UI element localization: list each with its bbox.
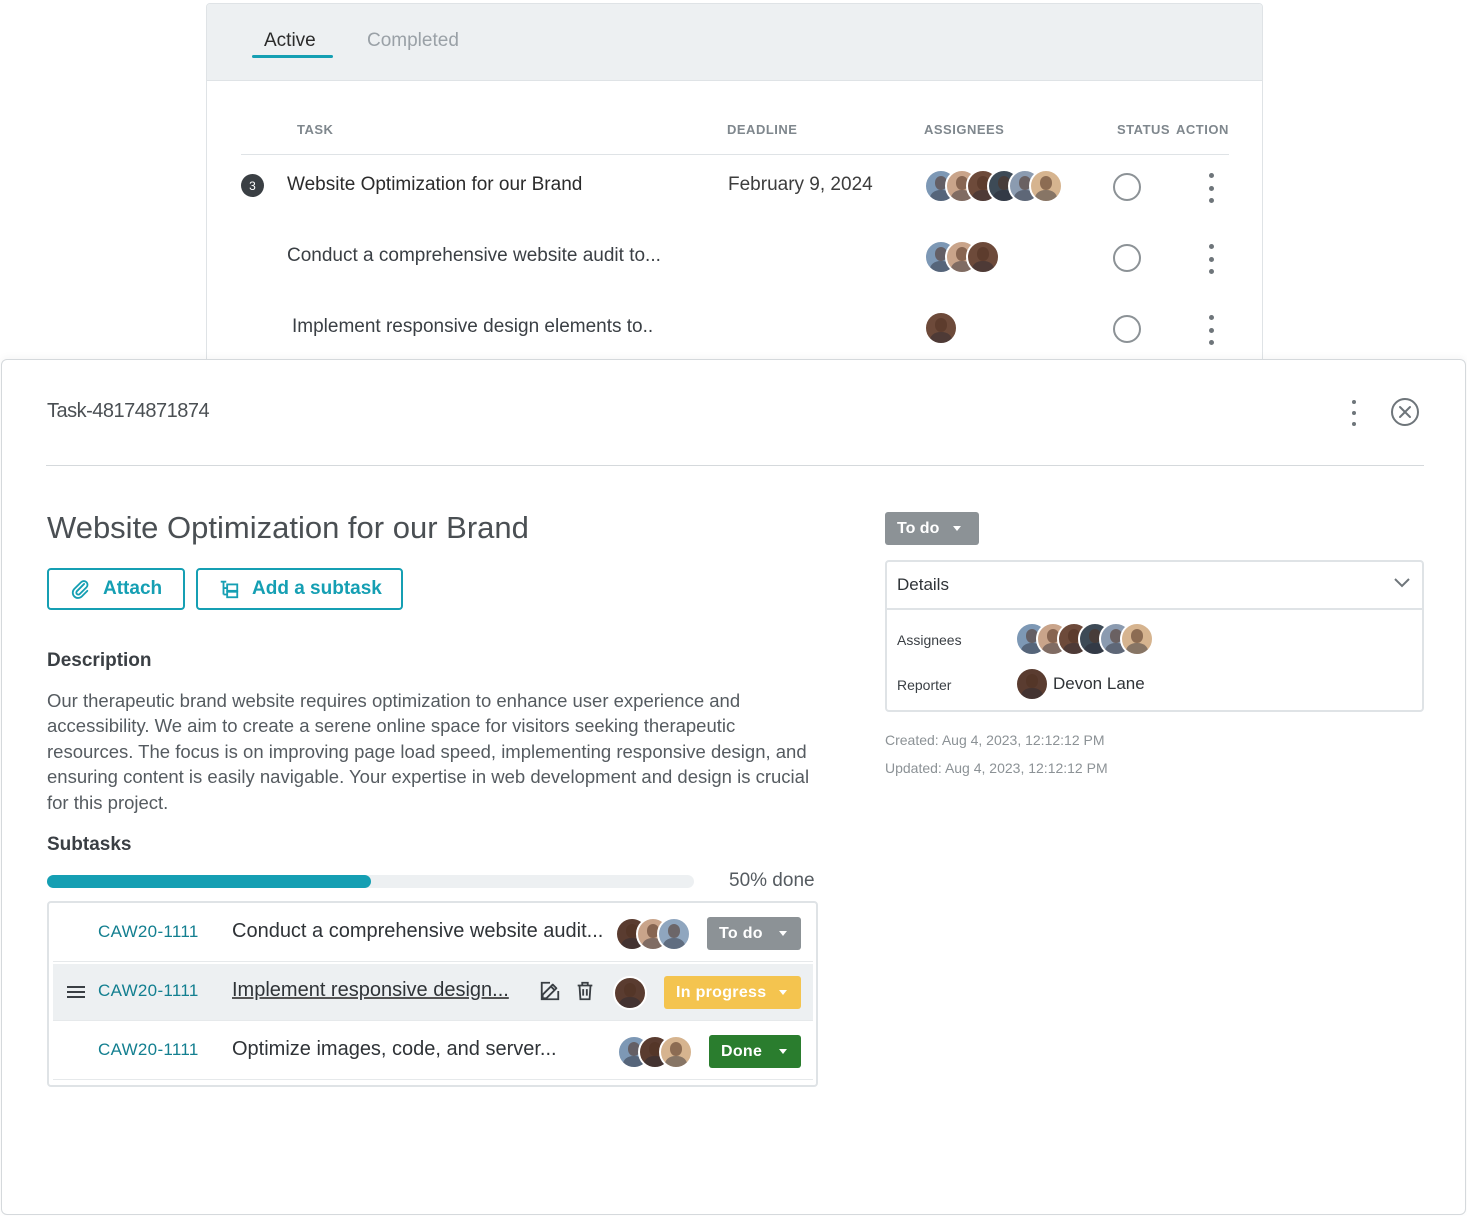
reporter-label: Reporter [897, 677, 952, 693]
task-id: Task-48174871874 [47, 400, 210, 422]
subtask-title[interactable]: Optimize images, code, and server... [232, 1038, 557, 1061]
details-title: Details [897, 575, 949, 594]
task-status-label: To do [897, 519, 940, 537]
status-circle-icon[interactable] [1113, 315, 1141, 343]
column-header-deadline: DEADLINE [727, 122, 798, 137]
avatar [657, 917, 691, 951]
description-text: Our therapeutic brand website requires o… [47, 690, 810, 813]
page-title: Website Optimization for our Brand [47, 510, 529, 545]
task-title[interactable]: Implement responsive design elements to.… [292, 316, 653, 338]
tab-active[interactable]: Active [264, 30, 316, 52]
status-label: In progress [676, 983, 767, 1001]
subtask-title[interactable]: Implement responsive design... [232, 979, 509, 1002]
tab-bar: Active Completed [207, 4, 1262, 81]
subtasks-label: Subtasks [47, 834, 132, 855]
subtask-code[interactable]: CAW20-1111 [98, 1040, 199, 1060]
table-row[interactable]: Conduct a comprehensive website audit to… [207, 227, 1262, 287]
subtask-progress-fill [47, 875, 371, 888]
status-label: Done [721, 1042, 763, 1060]
subtask-code[interactable]: CAW20-1111 [98, 922, 199, 942]
subtask-count-badge: 3 [241, 174, 264, 197]
avatar [1029, 169, 1063, 203]
add-subtask-button[interactable]: Add a subtask [196, 568, 403, 610]
status-dropdown[interactable]: In progress [664, 976, 801, 1009]
status-circle-icon[interactable] [1113, 244, 1141, 272]
avatar [659, 1035, 693, 1069]
progress-text: 50% done [729, 870, 815, 891]
assignee-avatars[interactable] [615, 917, 691, 951]
caret-down-icon [779, 931, 787, 936]
close-icon[interactable] [1391, 398, 1419, 426]
task-detail-modal: Task-48174871874 Website Optimization fo… [1, 359, 1466, 1215]
trash-icon[interactable] [574, 980, 596, 1002]
task-list-card: Active Completed TASK DEADLINE ASSIGNEES… [206, 3, 1263, 383]
column-header-assignees: ASSIGNEES [924, 122, 1005, 137]
table-row[interactable]: Implement responsive design elements to.… [207, 298, 1262, 358]
subtask-title[interactable]: Conduct a comprehensive website audit... [232, 920, 603, 943]
list-item[interactable]: CAW20-1111 Optimize images, code, and se… [53, 1023, 813, 1080]
attach-button[interactable]: Attach [47, 568, 185, 610]
status-label: To do [719, 924, 763, 942]
reporter-avatar [1015, 667, 1049, 701]
caret-down-icon [779, 990, 787, 995]
list-item[interactable]: CAW20-1111 Conduct a comprehensive websi… [53, 905, 813, 962]
status-circle-icon[interactable] [1113, 173, 1141, 201]
edit-icon[interactable] [539, 980, 561, 1002]
caret-down-icon [953, 526, 961, 531]
column-header-task: TASK [297, 122, 334, 137]
kebab-menu-icon[interactable] [1206, 244, 1216, 274]
header-divider [241, 154, 1229, 155]
created-timestamp: Created: Aug 4, 2023, 12:12:12 PM [885, 732, 1105, 748]
kebab-menu-icon[interactable] [1206, 173, 1216, 203]
active-tab-indicator [252, 55, 333, 58]
column-header-action: ACTION [1176, 122, 1229, 137]
column-header-status: STATUS [1117, 122, 1171, 137]
subtask-progress-bar [47, 875, 694, 888]
caret-down-icon [779, 1049, 787, 1054]
chevron-down-icon [1394, 578, 1410, 588]
description-label: Description [47, 650, 152, 671]
status-dropdown[interactable]: Done [709, 1035, 801, 1068]
avatar [1015, 667, 1049, 701]
table-row[interactable]: 3 Website Optimization for our Brand Feb… [207, 156, 1262, 216]
assignee-avatars[interactable] [613, 976, 647, 1010]
kebab-menu-icon[interactable] [1206, 315, 1216, 345]
status-dropdown[interactable]: To do [707, 917, 801, 950]
avatar [613, 976, 647, 1010]
task-status-dropdown[interactable]: To do [885, 512, 979, 545]
kebab-menu-icon[interactable] [1349, 400, 1359, 426]
details-panel: Details Assignees Reporter Devon Lane [885, 560, 1424, 712]
updated-timestamp: Updated: Aug 4, 2023, 12:12:12 PM [885, 760, 1108, 776]
task-title[interactable]: Website Optimization for our Brand [287, 174, 582, 196]
assignee-avatars[interactable] [1015, 622, 1154, 656]
assignee-avatars[interactable] [924, 169, 1063, 203]
subtask-code[interactable]: CAW20-1111 [98, 981, 199, 1001]
attach-label: Attach [103, 578, 163, 599]
modal-divider [46, 465, 1424, 466]
tab-completed[interactable]: Completed [367, 30, 459, 52]
avatar [924, 311, 958, 345]
list-item[interactable]: CAW20-1111 Implement responsive design..… [53, 964, 813, 1021]
paperclip-icon [71, 580, 89, 599]
task-deadline: February 9, 2024 [728, 174, 873, 195]
assignee-avatars[interactable] [924, 311, 958, 345]
subtask-icon [220, 580, 239, 599]
assignee-avatars[interactable] [924, 240, 1000, 274]
assignee-avatars[interactable] [617, 1035, 693, 1069]
reporter-name: Devon Lane [1053, 674, 1145, 693]
drag-handle-icon[interactable] [67, 986, 85, 998]
subtask-list: CAW20-1111 Conduct a comprehensive websi… [47, 901, 818, 1087]
task-title[interactable]: Conduct a comprehensive website audit to… [287, 245, 661, 267]
details-toggle[interactable]: Details [887, 562, 1422, 610]
avatar [1120, 622, 1154, 656]
assignees-label: Assignees [897, 632, 962, 648]
avatar [966, 240, 1000, 274]
add-subtask-label: Add a subtask [252, 578, 382, 599]
